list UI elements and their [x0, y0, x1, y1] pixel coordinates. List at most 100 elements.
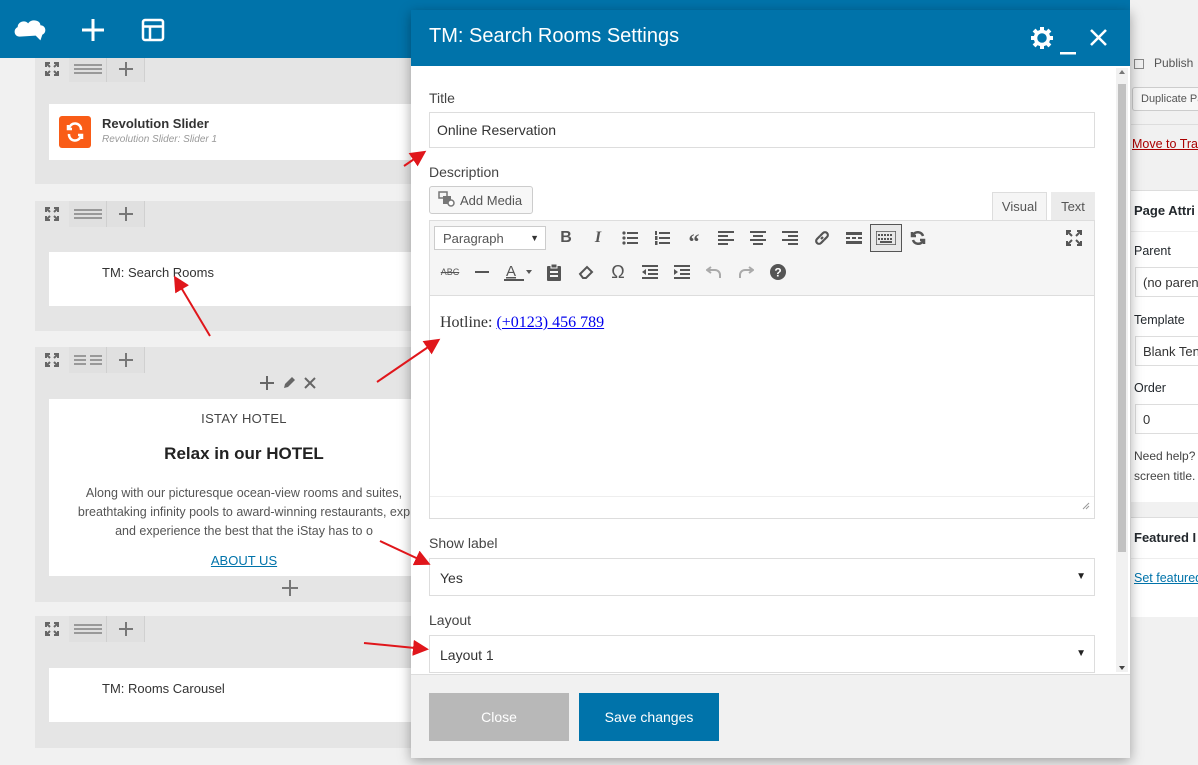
- bullet-list-icon[interactable]: [614, 224, 646, 252]
- align-center-icon[interactable]: [742, 224, 774, 252]
- editor-status-bar: [430, 496, 1094, 518]
- hotel-body-line: breathtaking infinity pools to award-win…: [77, 505, 411, 519]
- page-sidebar: Publish Duplicate Pa Move to Tra Page At…: [1130, 0, 1198, 765]
- add-media-button[interactable]: Add Media: [429, 186, 533, 214]
- title-input[interactable]: [429, 112, 1095, 148]
- indent-icon[interactable]: [666, 258, 698, 286]
- save-changes-button[interactable]: Save changes: [579, 693, 719, 741]
- module-search-rooms[interactable]: TM: Search Rooms: [49, 252, 420, 306]
- page-attributes-heading: Page Attri: [1134, 203, 1195, 218]
- add-module-icon[interactable]: [282, 580, 298, 601]
- bold-icon[interactable]: B: [550, 224, 582, 252]
- add-column-icon[interactable]: [107, 347, 145, 373]
- editor-text: Hotline:: [440, 314, 497, 331]
- expand-icon[interactable]: [35, 347, 69, 373]
- tab-text[interactable]: Text: [1051, 192, 1095, 220]
- tab-visual[interactable]: Visual: [992, 192, 1047, 220]
- set-featured-image-link[interactable]: Set featured: [1134, 571, 1198, 585]
- link-icon[interactable]: [806, 224, 838, 252]
- add-media-icon: [438, 190, 456, 210]
- rich-text-editor[interactable]: Hotline: (+0123) 456 789: [429, 296, 1095, 519]
- show-label-value: Yes: [440, 570, 463, 586]
- paragraph-format-select[interactable]: Paragraph ▼: [434, 226, 546, 250]
- drag-handle-icon[interactable]: [69, 201, 107, 227]
- move-to-trash-link[interactable]: Move to Tra: [1132, 137, 1198, 151]
- read-more-icon[interactable]: [838, 224, 870, 252]
- horizontal-line-icon[interactable]: [466, 258, 498, 286]
- paste-text-icon[interactable]: [538, 258, 570, 286]
- special-character-icon[interactable]: Ω: [602, 258, 634, 286]
- modal-body: Title Description Add Media Visual Text …: [411, 66, 1130, 674]
- close-button[interactable]: Close: [429, 693, 569, 741]
- toolbar-toggle-icon[interactable]: [870, 224, 902, 252]
- expand-icon[interactable]: [35, 58, 69, 82]
- hotel-heading: Relax in our HOTEL: [164, 444, 324, 463]
- expand-icon[interactable]: [35, 201, 69, 227]
- minimize-icon[interactable]: [1060, 43, 1076, 61]
- builder-row: Revolution Slider Revolution Slider: Sli…: [35, 58, 420, 184]
- chevron-down-icon: ▼: [530, 233, 539, 243]
- redo-icon[interactable]: [730, 258, 762, 286]
- title-label: Title: [429, 90, 455, 106]
- expand-icon[interactable]: [35, 616, 69, 642]
- text-color-icon[interactable]: A: [498, 258, 538, 286]
- blockquote-icon[interactable]: “: [678, 224, 710, 254]
- add-column-icon[interactable]: [107, 58, 145, 82]
- undo-icon[interactable]: [698, 258, 730, 286]
- outdent-icon[interactable]: [634, 258, 666, 286]
- phone-link[interactable]: (+0123) 456 789: [496, 314, 604, 331]
- scrollbar-thumb[interactable]: [1118, 84, 1126, 552]
- gear-icon[interactable]: [1031, 27, 1053, 54]
- refresh-icon[interactable]: [902, 224, 934, 252]
- modal-scrollbar[interactable]: [1116, 68, 1128, 672]
- scroll-up-icon[interactable]: [1119, 70, 1125, 74]
- drag-handle-icon[interactable]: [69, 616, 107, 642]
- about-us-link[interactable]: ABOUT US: [211, 553, 277, 568]
- layout-select[interactable]: Layout 1 ▼: [429, 635, 1095, 673]
- modal-header: TM: Search Rooms Settings: [411, 10, 1130, 66]
- distraction-free-icon[interactable]: [1058, 224, 1090, 252]
- builder-row: ISTAY HOTEL Relax in our HOTEL Along wit…: [35, 347, 420, 602]
- module-controls: [260, 376, 316, 395]
- scroll-down-icon[interactable]: [1119, 666, 1125, 670]
- clear-formatting-icon[interactable]: [570, 258, 602, 286]
- svg-text:?: ?: [774, 266, 781, 280]
- logo-cloud-icon[interactable]: [12, 12, 48, 48]
- numbered-list-icon[interactable]: [646, 224, 678, 252]
- add-icon[interactable]: [260, 376, 274, 395]
- page-attributes-box: Page Attri Parent (no paren Template Bla…: [1131, 190, 1198, 502]
- revolution-slider-icon: [59, 116, 91, 148]
- align-left-icon[interactable]: [710, 224, 742, 252]
- row-controls: [35, 616, 145, 644]
- calendar-icon: [1134, 58, 1144, 69]
- add-element-icon[interactable]: [75, 12, 111, 48]
- module-revolution-slider[interactable]: Revolution Slider Revolution Slider: Sli…: [49, 104, 420, 160]
- module-text-block[interactable]: ISTAY HOTEL Relax in our HOTEL Along wit…: [49, 399, 420, 576]
- delete-icon[interactable]: [304, 376, 316, 395]
- help-icon[interactable]: ?: [762, 258, 794, 286]
- drag-handle-icon[interactable]: [69, 347, 107, 373]
- template-select[interactable]: Blank Ten: [1135, 336, 1198, 366]
- layout-icon[interactable]: [135, 12, 171, 48]
- order-label: Order: [1134, 381, 1166, 395]
- show-label-select[interactable]: Yes ▼: [429, 558, 1095, 596]
- chevron-down-icon: ▼: [1076, 571, 1086, 582]
- duplicate-page-button[interactable]: Duplicate Pa: [1132, 87, 1198, 111]
- hotel-body-line: and experience the best that the iStay h…: [115, 524, 373, 538]
- module-rooms-carousel[interactable]: TM: Rooms Carousel: [49, 668, 420, 722]
- show-label-label: Show label: [429, 535, 498, 551]
- add-column-icon[interactable]: [107, 201, 145, 227]
- resize-handle-icon[interactable]: [1080, 497, 1090, 515]
- editor-content[interactable]: Hotline: (+0123) 456 789: [440, 314, 604, 332]
- layout-value: Layout 1: [440, 647, 494, 663]
- add-column-icon[interactable]: [107, 616, 145, 642]
- strikethrough-icon[interactable]: ABC: [434, 258, 466, 286]
- close-icon[interactable]: [1090, 29, 1107, 51]
- align-right-icon[interactable]: [774, 224, 806, 252]
- parent-select[interactable]: (no paren: [1135, 267, 1198, 297]
- parent-label: Parent: [1134, 244, 1171, 258]
- edit-pencil-icon[interactable]: [282, 376, 296, 395]
- order-input[interactable]: 0: [1135, 404, 1198, 434]
- italic-icon[interactable]: I: [582, 224, 614, 252]
- drag-handle-icon[interactable]: [69, 58, 107, 82]
